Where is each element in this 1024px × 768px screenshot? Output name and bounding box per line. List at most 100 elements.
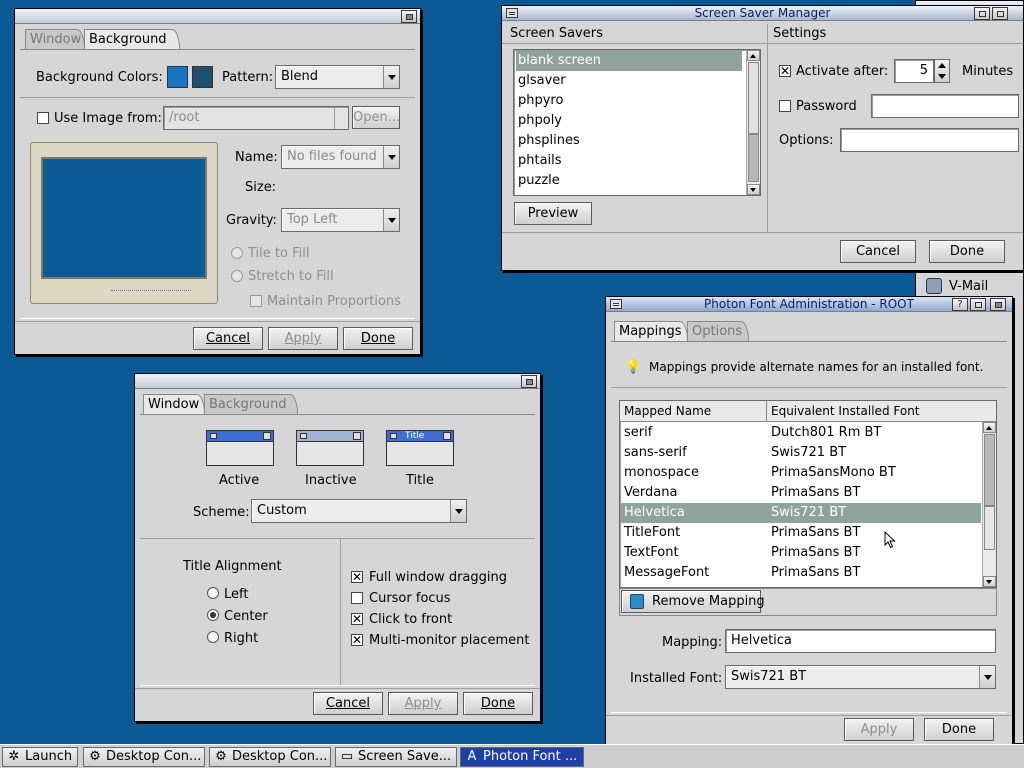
installed-font-select[interactable]: Swis721 BT xyxy=(725,665,996,689)
cancel-button[interactable]: Cancel xyxy=(313,692,383,715)
scheme-select[interactable]: Custom xyxy=(251,499,467,523)
table-row[interactable]: Helvetica Swis721 BT xyxy=(621,503,981,523)
open-button[interactable]: Open... xyxy=(352,106,400,129)
scroll-down-icon[interactable] xyxy=(983,576,996,587)
password-checkbox[interactable] xyxy=(779,100,791,112)
table-row[interactable]: Verdana PrimaSans BT xyxy=(621,483,981,503)
app-icon: ⚙ xyxy=(215,749,227,764)
align-left-radio[interactable] xyxy=(207,587,219,599)
activate-minutes-field[interactable]: 5 xyxy=(894,59,934,83)
minutes-stepper[interactable] xyxy=(934,59,950,83)
color-swatch-2[interactable] xyxy=(192,66,213,88)
table-row[interactable]: MessageFont PrimaSans BT xyxy=(621,563,981,583)
help-icon[interactable]: ? xyxy=(952,298,968,311)
cancel-button[interactable]: Cancel xyxy=(193,327,263,350)
pattern-select[interactable]: Blend xyxy=(275,65,400,89)
list-item[interactable]: phsplines xyxy=(516,131,742,151)
mapping-field[interactable]: Helvetica xyxy=(725,629,996,653)
col-header-installed[interactable]: Equivalent Installed Font xyxy=(767,401,996,422)
click-front-checkbox[interactable]: ✕ xyxy=(351,613,363,625)
taskbar-item-active[interactable]: A Photon Font ... xyxy=(460,747,584,767)
launch-button[interactable]: ✲ Launch xyxy=(2,747,78,767)
taskbar-item[interactable]: ⚙ Desktop Con... xyxy=(209,747,331,767)
vmail-icon[interactable] xyxy=(926,278,942,294)
scrollbar[interactable] xyxy=(746,50,760,195)
col-header-mapped[interactable]: Mapped Name xyxy=(620,401,767,422)
screensaver-titlebar[interactable]: Screen Saver Manager xyxy=(502,6,1023,21)
table-row[interactable]: serif Dutch801 Rm BT xyxy=(621,423,981,443)
activate-checkbox[interactable]: ✕ xyxy=(779,65,791,77)
tab-window[interactable]: Window xyxy=(143,394,205,414)
align-right-radio[interactable] xyxy=(207,631,219,643)
mapped-name-cell: Verdana xyxy=(624,485,678,500)
color-swatch-1[interactable] xyxy=(167,66,188,88)
done-button[interactable]: Done xyxy=(924,718,994,741)
cancel-button[interactable]: Cancel xyxy=(840,240,916,263)
stepper-up-icon[interactable] xyxy=(938,63,946,68)
mappings-table[interactable]: Mapped Name Equivalent Installed Font se… xyxy=(619,400,997,588)
apply-button[interactable]: Apply xyxy=(268,327,338,350)
close-icon[interactable] xyxy=(401,10,417,23)
apply-button[interactable]: Apply xyxy=(388,692,458,715)
screensaver-title: Screen Saver Manager xyxy=(694,6,831,20)
minimize-icon[interactable] xyxy=(970,298,986,311)
maintain-proportions-checkbox[interactable] xyxy=(250,295,262,307)
inactive-preview[interactable] xyxy=(296,430,364,466)
screen-savers-header: Screen Savers xyxy=(510,26,603,41)
bg-window-titlebar[interactable] xyxy=(15,9,420,24)
window-menu-icon[interactable] xyxy=(610,299,622,309)
gravity-select[interactable]: Top Left xyxy=(281,208,400,232)
done-button[interactable]: Done xyxy=(463,692,533,715)
scroll-up-icon[interactable] xyxy=(747,50,760,61)
stretch-radio[interactable] xyxy=(231,270,243,282)
scrollbar[interactable] xyxy=(982,422,996,587)
image-path-field[interactable]: /root xyxy=(163,106,349,130)
table-row[interactable]: TitleFont PrimaSans BT xyxy=(621,523,981,543)
title-preview[interactable]: Title xyxy=(386,430,454,466)
tab-background[interactable]: Background xyxy=(204,394,298,414)
password-field[interactable] xyxy=(871,94,1019,118)
close-icon[interactable] xyxy=(990,298,1006,311)
cursor-focus-checkbox[interactable] xyxy=(351,592,363,604)
align-center-radio[interactable] xyxy=(207,609,219,621)
list-item[interactable]: blank screen xyxy=(516,51,742,71)
taskbar-item[interactable]: ⚙ Desktop Con... xyxy=(83,747,205,767)
taskbar-item[interactable]: ▭ Screen Save... xyxy=(335,747,457,767)
table-row[interactable]: sans-serif Swis721 BT xyxy=(621,443,981,463)
tab-window[interactable]: Window xyxy=(25,29,85,49)
tab-background[interactable]: Background xyxy=(84,29,180,49)
active-preview[interactable] xyxy=(206,430,274,466)
stepper-down-icon[interactable] xyxy=(938,74,946,79)
list-item[interactable]: phpyro xyxy=(516,91,742,111)
scroll-up-icon[interactable] xyxy=(983,422,996,433)
multi-monitor-checkbox[interactable]: ✕ xyxy=(351,634,363,646)
done-button[interactable]: Done xyxy=(929,240,1005,263)
scroll-down-icon[interactable] xyxy=(747,184,760,195)
scroll-thumb[interactable] xyxy=(984,506,995,550)
full-drag-checkbox[interactable]: ✕ xyxy=(351,571,363,583)
window-settings-titlebar[interactable] xyxy=(135,374,540,389)
options-field[interactable] xyxy=(840,128,1019,152)
use-image-checkbox[interactable] xyxy=(37,112,49,124)
table-row[interactable]: TextFont PrimaSans BT xyxy=(621,543,981,563)
window-menu-icon[interactable] xyxy=(506,8,518,18)
screensaver-list[interactable]: blank screen glsaver phpyro phpoly phspl… xyxy=(513,49,761,196)
list-item[interactable]: glsaver xyxy=(516,71,742,91)
tab-mappings[interactable]: Mappings xyxy=(614,321,688,341)
tab-options[interactable]: Options xyxy=(687,321,749,341)
list-item[interactable]: phtails xyxy=(516,151,742,171)
minimize-icon[interactable] xyxy=(974,7,990,20)
table-row[interactable]: monospace PrimaSansMono BT xyxy=(621,463,981,483)
remove-mapping-button[interactable]: Remove Mapping xyxy=(621,590,765,613)
tile-radio[interactable] xyxy=(231,247,243,259)
done-button[interactable]: Done xyxy=(343,327,413,350)
list-item[interactable]: phpoly xyxy=(516,111,742,131)
close-icon[interactable] xyxy=(521,375,537,388)
vmail-label[interactable]: V-Mail xyxy=(949,279,988,294)
apply-button[interactable]: Apply xyxy=(844,718,914,741)
list-item[interactable]: puzzle xyxy=(516,171,742,191)
maximize-icon[interactable] xyxy=(992,7,1008,20)
name-select[interactable]: No files found xyxy=(281,145,400,169)
preview-button[interactable]: Preview xyxy=(514,202,592,225)
scroll-thumb[interactable] xyxy=(748,62,759,134)
